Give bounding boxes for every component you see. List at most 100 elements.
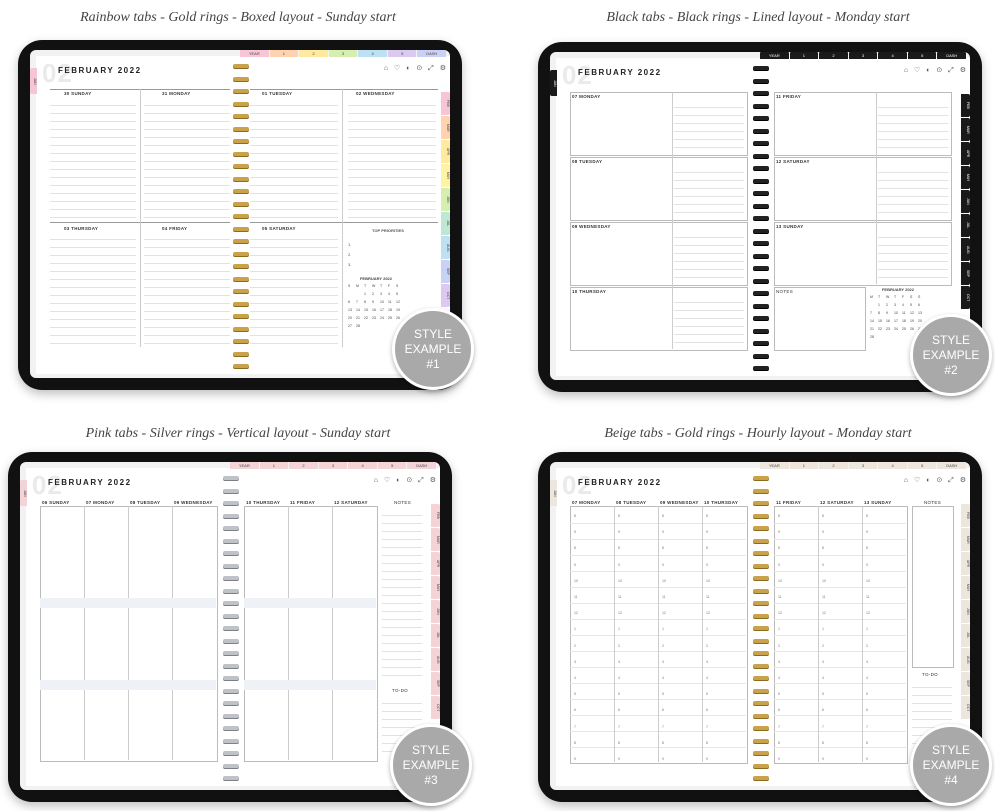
tab-2[interactable]: 2 xyxy=(819,462,848,469)
writing-lines[interactable] xyxy=(674,295,744,347)
tab-may[interactable]: MAY xyxy=(441,164,450,187)
mini-calendar-day[interactable]: 7 xyxy=(870,311,878,315)
mini-calendar-day[interactable]: S xyxy=(396,284,404,288)
hour-lines[interactable] xyxy=(774,508,906,760)
mini-calendar-day[interactable]: 17 xyxy=(380,308,388,312)
mini-calendar-day[interactable]: 21 xyxy=(870,327,878,331)
tab-jul[interactable]: JUL xyxy=(961,214,970,237)
notes-box[interactable] xyxy=(912,506,954,668)
tab-3[interactable]: 3 xyxy=(848,52,878,59)
tab-aug[interactable]: AUG xyxy=(961,238,970,261)
mini-calendar-day[interactable]: W xyxy=(886,295,894,299)
tab-feb[interactable]: FEB xyxy=(441,92,450,115)
writing-lines[interactable] xyxy=(878,100,948,152)
tab-apr[interactable]: APR xyxy=(441,140,450,163)
tab-apr[interactable]: APR xyxy=(431,552,440,575)
tab-1[interactable]: 1 xyxy=(789,52,819,59)
tab-may[interactable]: MAY xyxy=(961,166,970,189)
tab-mar[interactable]: MAR xyxy=(961,118,970,141)
writing-lines[interactable] xyxy=(674,100,744,152)
writing-lines[interactable] xyxy=(144,98,230,218)
tab-4[interactable]: 4 xyxy=(358,50,387,57)
mini-calendar-day[interactable]: M xyxy=(870,295,878,299)
mini-calendar-day[interactable]: T xyxy=(380,284,388,288)
tab-oct[interactable]: OCT xyxy=(961,286,970,309)
mini-calendar-day[interactable]: 12 xyxy=(910,311,918,315)
mini-calendar-day[interactable]: 8 xyxy=(878,311,886,315)
tab-jan[interactable]: JAN xyxy=(550,70,557,96)
toolbar-icons[interactable]: ⌂ ♡ ◐ ⊙ ⤢ ⚙ xyxy=(384,64,448,73)
mini-calendar-day[interactable]: S xyxy=(918,295,926,299)
tab-5[interactable]: 5 xyxy=(377,462,407,469)
tab-1[interactable]: 1 xyxy=(789,462,819,469)
mini-calendar-day[interactable]: 8 xyxy=(364,300,372,304)
mini-calendar-day[interactable]: 16 xyxy=(372,308,380,312)
tab-jun[interactable]: JUN xyxy=(431,600,440,623)
mini-calendar-day[interactable]: 6 xyxy=(348,300,356,304)
mini-calendar-day[interactable]: 18 xyxy=(902,319,910,323)
mini-calendar-day[interactable]: 21 xyxy=(356,316,364,320)
tab-year[interactable]: YEAR xyxy=(230,462,259,469)
toolbar-icons[interactable]: ⌂ ♡ ◐ ⊙ ⤢ ⚙ xyxy=(374,476,438,485)
mini-calendar-day[interactable]: T xyxy=(894,295,902,299)
writing-lines[interactable] xyxy=(674,230,744,282)
writing-lines[interactable] xyxy=(878,165,948,217)
mini-calendar-day[interactable]: 1 xyxy=(878,303,886,307)
tab-3[interactable]: 3 xyxy=(328,50,358,57)
tab-sep[interactable]: SEP xyxy=(441,260,450,283)
tab-3[interactable]: 3 xyxy=(848,462,878,469)
tab-sep[interactable]: SEP xyxy=(431,672,440,695)
mini-calendar-day[interactable]: 23 xyxy=(372,316,380,320)
tab-apr[interactable]: APR xyxy=(961,552,970,575)
tab-4[interactable]: 4 xyxy=(348,462,377,469)
mini-calendar-day[interactable]: M xyxy=(356,284,364,288)
writing-lines[interactable] xyxy=(50,98,136,218)
tab-jan[interactable]: JAN xyxy=(30,68,37,94)
tab-oct[interactable]: OCT xyxy=(961,696,970,719)
week-columns-box[interactable] xyxy=(244,506,378,762)
mini-calendar-day[interactable]: 22 xyxy=(364,316,372,320)
tab-jul[interactable]: JUL xyxy=(431,624,440,647)
mini-calendar-day[interactable]: 27 xyxy=(348,324,356,328)
tab-jul[interactable]: JUL xyxy=(961,624,970,647)
tab-jan[interactable]: JAN xyxy=(20,480,27,506)
tab-dash[interactable]: DASH xyxy=(407,462,437,469)
mini-calendar-day[interactable]: 2 xyxy=(886,303,894,307)
mini-calendar-day[interactable]: 20 xyxy=(348,316,356,320)
tab-oct[interactable]: OCT xyxy=(431,696,440,719)
mini-calendar-day[interactable]: 5 xyxy=(396,292,404,296)
mini-calendar-day[interactable]: 4 xyxy=(902,303,910,307)
tab-year[interactable]: YEAR xyxy=(760,462,789,469)
mini-calendar-day[interactable]: 25 xyxy=(388,316,396,320)
tab-feb[interactable]: FEB xyxy=(961,504,970,527)
mini-calendar-day[interactable]: 24 xyxy=(380,316,388,320)
mini-calendar-day[interactable]: 5 xyxy=(910,303,918,307)
mini-calendar-day[interactable]: 14 xyxy=(870,319,878,323)
mini-calendar-day[interactable]: 22 xyxy=(878,327,886,331)
tab-feb[interactable]: FEB xyxy=(431,504,440,527)
mini-calendar-day[interactable]: 3 xyxy=(894,303,902,307)
tab-jun[interactable]: JUN xyxy=(961,600,970,623)
tab-aug[interactable]: AUG xyxy=(961,648,970,671)
tab-jun[interactable]: JUN xyxy=(441,188,450,211)
tab-dash[interactable]: DASH xyxy=(937,462,967,469)
tab-apr[interactable]: APR xyxy=(961,142,970,165)
writing-lines[interactable] xyxy=(144,232,230,346)
tab-dash[interactable]: DASH xyxy=(417,50,447,57)
tab-feb[interactable]: FEB xyxy=(961,94,970,117)
tab-dash[interactable]: DASH xyxy=(937,52,967,59)
tab-1[interactable]: 1 xyxy=(259,462,289,469)
mini-calendar-day[interactable]: 12 xyxy=(396,300,404,304)
tab-4[interactable]: 4 xyxy=(878,462,907,469)
mini-calendar-day[interactable]: 24 xyxy=(894,327,902,331)
mini-calendar-day[interactable]: 7 xyxy=(356,300,364,304)
mini-calendar-day[interactable]: W xyxy=(372,284,380,288)
notes-box[interactable] xyxy=(774,287,866,351)
tab-jul[interactable]: JUL xyxy=(441,212,450,235)
toolbar-icons[interactable]: ⌂ ♡ ◐ ⊙ ⤢ ⚙ xyxy=(904,66,968,75)
tab-4[interactable]: 4 xyxy=(878,52,907,59)
tab-mar[interactable]: MAR xyxy=(961,528,970,551)
mini-calendar-day[interactable]: 17 xyxy=(894,319,902,323)
mini-calendar-day[interactable]: 14 xyxy=(356,308,364,312)
mini-calendar-day[interactable]: 2 xyxy=(372,292,380,296)
